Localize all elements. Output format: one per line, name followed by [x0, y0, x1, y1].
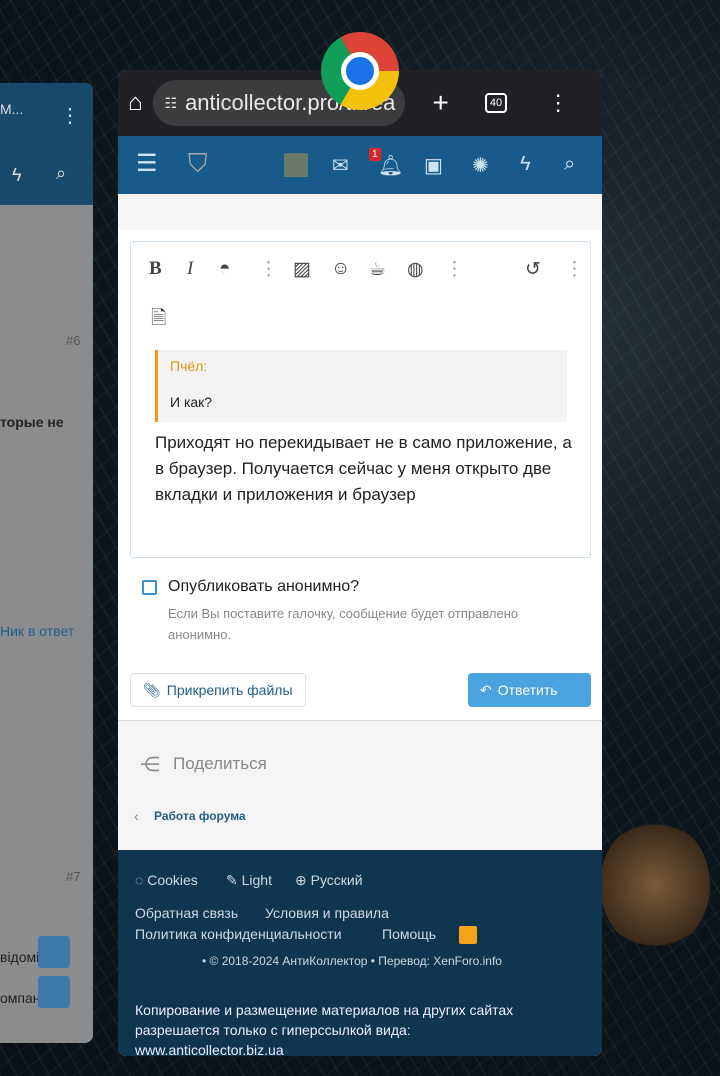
home-icon[interactable]: ⌂ [128, 89, 143, 117]
cookies-link[interactable]: ◌ Cookies [135, 872, 198, 888]
cookie-icon: ◌ [135, 872, 144, 888]
background-title: M... [0, 101, 24, 117]
privacy-link[interactable]: Политика конфиденциальности [135, 926, 342, 942]
site-url[interactable]: www.anticollector.biz.ua [135, 1042, 284, 1056]
avatar[interactable] [284, 153, 308, 177]
light-label: Light [241, 872, 272, 888]
quote-author[interactable]: Пчёл: [170, 358, 207, 374]
attach-label: Прикрепить файлы [166, 682, 293, 698]
more-icon[interactable]: ⋮ [259, 258, 278, 281]
scroll-up-button[interactable] [38, 936, 70, 968]
logo-icon[interactable]: ⛉ [188, 148, 208, 180]
language-link[interactable]: ⊕ Русский [295, 872, 363, 889]
pinecone-decoration [600, 820, 710, 950]
terms-link[interactable]: Условия и правила [265, 905, 389, 921]
light-style-link[interactable]: ✎ Light [226, 872, 272, 889]
new-tab-icon[interactable]: + [433, 87, 449, 119]
language-label: Русский [310, 872, 363, 888]
brush-icon: ✎ [226, 872, 238, 888]
bell-icon[interactable]: 🔔︎ [378, 153, 403, 178]
anonymous-hint: Если Вы поставите галочку, сообщение буд… [168, 606, 519, 642]
scroll-down-button[interactable] [38, 976, 70, 1008]
bold-icon[interactable]: B [149, 258, 162, 280]
anonymous-checkbox[interactable] [142, 580, 157, 595]
post-number: #6 [66, 333, 81, 348]
quote-text: И как? [170, 394, 213, 410]
footer: ◌ Cookies ✎ Light ⊕ Русский Обратная свя… [118, 850, 602, 1056]
site-navbar: ☰ ⛉ ✉ 🔔︎ 1 ▣ ✺ ϟ ⌕ [118, 136, 602, 194]
reply-label: Ответить [497, 682, 558, 698]
search-icon[interactable]: ⌕ [564, 153, 575, 176]
bulb-icon[interactable]: ✺ [472, 153, 489, 178]
paperclip-icon: 📎︎ [143, 681, 161, 698]
feedback-link[interactable]: Обратная связь [135, 905, 238, 921]
chevron-left-icon: ‹ [134, 808, 139, 824]
lightning-icon[interactable]: ϟ [520, 153, 531, 176]
preview-icon[interactable]: 🗎 [151, 304, 166, 336]
more-icon[interactable]: ⋮ [445, 258, 464, 281]
message-text[interactable]: Приходят но перекидывает не в само прило… [155, 430, 575, 508]
tabs-button[interactable]: 40 [484, 93, 508, 113]
chrome-window[interactable]: ⌂ ☷ anticollector.pro/threa + 40 ⋮ ☰ ⛉ ✉ … [118, 70, 602, 1056]
share-icon[interactable]: ⋲ [140, 752, 160, 777]
rss-icon[interactable] [459, 926, 477, 944]
reply-button[interactable]: ↶ Ответить [468, 673, 591, 707]
copy-notice: Копирование и размещение материалов на д… [135, 1002, 514, 1038]
undo-icon[interactable]: ↺ [525, 258, 541, 281]
post-number: #7 [66, 869, 81, 884]
money-icon[interactable]: ▣ [424, 153, 443, 178]
attach-files-button[interactable]: 📎︎ Прикрепить файлы [130, 673, 306, 707]
background-app-card[interactable]: M... ⋮ ϟ ⌕ #6 торые не Ник в ответ #7 ві… [0, 83, 93, 1043]
cup-icon[interactable]: ☕︎ [369, 258, 386, 281]
share-button[interactable]: Поделиться [173, 754, 267, 774]
help-link[interactable]: Помощь [382, 926, 436, 942]
mail-icon[interactable]: ✉ [332, 153, 349, 178]
quote-block: Пчёл: И как? [155, 350, 567, 422]
cookies-label: Cookies [147, 872, 198, 888]
snippet-link[interactable]: Ник в ответ [0, 623, 74, 639]
more-icon[interactable]: ⋮ [565, 258, 584, 281]
menu-icon[interactable]: ⋮ [547, 90, 569, 116]
snippet: відомі [0, 949, 40, 965]
site-settings-icon[interactable]: ☷ [165, 95, 178, 112]
more-icon[interactable]: ⋮ [60, 103, 80, 128]
chrome-app-icon[interactable] [321, 32, 399, 110]
snippet: торые не [0, 414, 64, 430]
breadcrumb-link[interactable]: Работа форума [154, 809, 246, 823]
mask-icon[interactable]: ◓ [219, 258, 230, 280]
sticker-icon[interactable]: ◍ [407, 258, 424, 281]
emoji-icon[interactable]: ☺ [331, 258, 350, 280]
lightning-icon[interactable]: ϟ [12, 165, 22, 186]
notification-badge: 1 [369, 148, 381, 161]
anonymous-label[interactable]: Опубликовать анонимно? [168, 578, 359, 596]
globe-icon: ⊕ [295, 872, 307, 888]
copyright: • © 2018-2024 АнтиКоллектор • Перевод: X… [202, 954, 502, 968]
message-editor[interactable]: B I ◓ ⋮ ▨ ☺ ☕︎ ◍ ⋮ ↺ ⋮ 🗎 Пчёл: И как? Пр… [130, 241, 591, 558]
reply-icon: ↶ [480, 681, 492, 698]
search-icon[interactable]: ⌕ [56, 163, 66, 184]
italic-icon[interactable]: I [187, 258, 193, 280]
hamburger-icon[interactable]: ☰ [136, 149, 158, 178]
image-icon[interactable]: ▨ [293, 258, 311, 281]
